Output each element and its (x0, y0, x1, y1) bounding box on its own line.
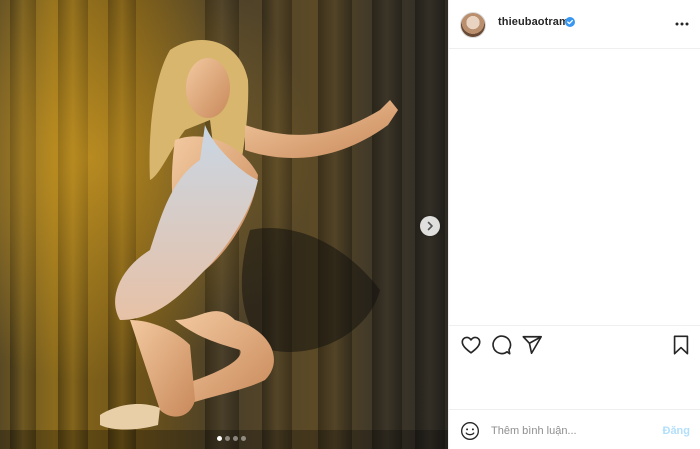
more-options-button[interactable] (674, 16, 690, 32)
add-comment-bar: Đăng (449, 410, 700, 449)
carousel-dot (240, 436, 246, 441)
comments-list (449, 49, 700, 325)
bookmark-icon (673, 335, 689, 355)
post-photo[interactable] (0, 0, 448, 449)
like-button[interactable] (460, 334, 482, 356)
carousel-dot-active (216, 436, 222, 441)
carousel-next-button[interactable] (420, 216, 440, 236)
chevron-right-icon (427, 221, 433, 231)
photo-image (0, 0, 448, 449)
carousel-dot (224, 436, 230, 441)
post-side-panel: thieubaotram Thêm bình luận... Đăng (448, 0, 700, 449)
post-comment-button[interactable]: Đăng (663, 425, 691, 437)
instagram-post: thieubaotram Thêm bình luận... Đăng (0, 0, 700, 449)
more-options-icon (675, 22, 689, 26)
carousel-indicator (0, 436, 448, 441)
save-button[interactable] (670, 334, 692, 356)
post-header: thieubaotram (449, 0, 700, 48)
share-button[interactable] (521, 334, 543, 356)
divider (449, 325, 700, 326)
emoji-button[interactable] (460, 421, 480, 441)
action-bar (449, 334, 700, 358)
verified-badge-icon (565, 17, 575, 27)
paper-plane-icon (522, 335, 542, 355)
avatar[interactable] (460, 12, 486, 38)
emoji-icon (461, 422, 479, 440)
comment-input[interactable] (491, 421, 651, 441)
comment-button[interactable] (490, 334, 512, 356)
comment-bubble-icon (492, 335, 512, 355)
heart-icon (461, 336, 481, 354)
carousel-dot (232, 436, 238, 441)
username-link[interactable]: thieubaotram (498, 16, 569, 28)
